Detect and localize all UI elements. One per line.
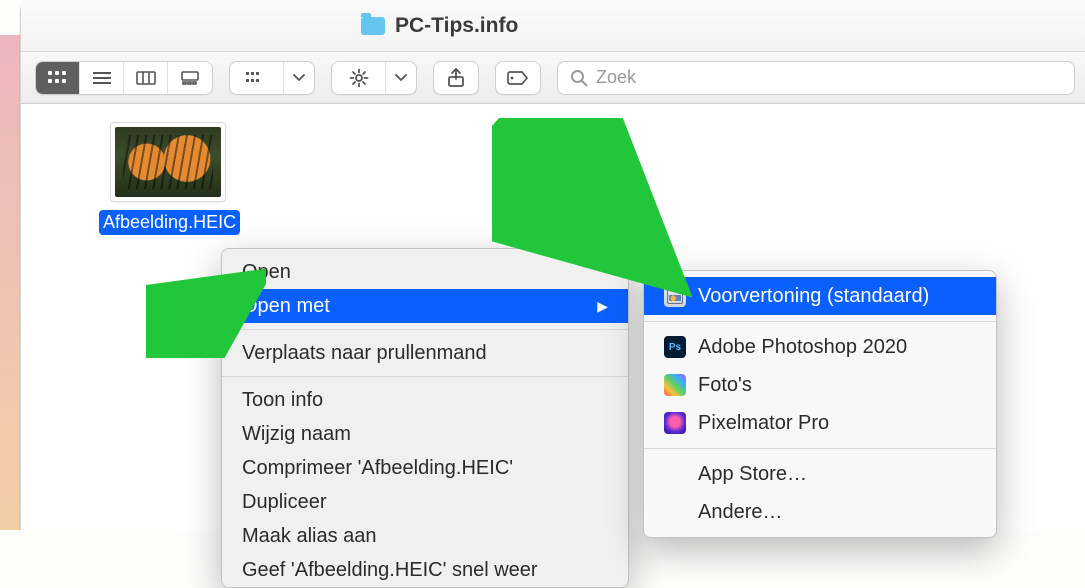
group-segment: [229, 61, 315, 95]
chevron-down-icon: [294, 75, 304, 80]
menu-item-open[interactable]: Open: [222, 255, 628, 289]
menu-item-open-with[interactable]: Open met ▶: [222, 289, 628, 323]
menu-item-label: Comprimeer 'Afbeelding.HEIC': [242, 457, 513, 480]
submenu-item-photoshop[interactable]: Ps Adobe Photoshop 2020: [644, 328, 996, 366]
menu-item-label: Open: [242, 261, 291, 284]
tags-segment: [495, 61, 541, 95]
pixelmator-app-icon: [664, 412, 686, 434]
view-mode-segment: [35, 61, 213, 95]
menu-item-label: Wijzig naam: [242, 423, 351, 446]
submenu-item-label: Adobe Photoshop 2020: [698, 336, 907, 359]
menu-separator: [644, 321, 996, 322]
share-button[interactable]: [434, 62, 478, 94]
menu-item-label: Dupliceer: [242, 491, 326, 514]
window-title: PC-Tips.info: [395, 14, 518, 38]
photoshop-app-icon: Ps: [664, 336, 686, 358]
view-icons-button[interactable]: [36, 62, 80, 94]
group-by-chevron[interactable]: [284, 62, 314, 94]
submenu-item-label: Voorvertoning (standaard): [698, 285, 929, 308]
tiger-image-icon: [115, 127, 221, 197]
file-name-label[interactable]: Afbeelding.HEIC: [99, 210, 240, 235]
share-segment: [433, 61, 479, 95]
submenu-item-other[interactable]: Andere…: [644, 493, 996, 531]
menu-item-label: Open met: [242, 295, 330, 318]
search-icon: [570, 69, 588, 87]
menu-separator: [644, 448, 996, 449]
menu-item-label: Maak alias aan: [242, 525, 377, 548]
submenu-item-label: Foto's: [698, 374, 752, 397]
finder-toolbar: Zoek: [21, 52, 1085, 104]
submenu-item-label: App Store…: [698, 463, 807, 486]
menu-item-quicklook[interactable]: Geef 'Afbeelding.HEIC' snel weer: [222, 553, 628, 587]
submenu-item-preview[interactable]: Voorvertoning (standaard): [644, 277, 996, 315]
open-with-submenu: Voorvertoning (standaard) Ps Adobe Photo…: [643, 270, 997, 538]
folder-icon: [361, 17, 385, 35]
file-thumbnail: [110, 122, 226, 202]
view-columns-button[interactable]: [124, 62, 168, 94]
action-segment: [331, 61, 417, 95]
tags-button[interactable]: [496, 62, 540, 94]
window-titlebar[interactable]: PC-Tips.info: [21, 0, 1085, 52]
submenu-item-photos[interactable]: Foto's: [644, 366, 996, 404]
search-field[interactable]: Zoek: [557, 61, 1075, 95]
submenu-item-label: Pixelmator Pro: [698, 412, 829, 435]
file-item[interactable]: Afbeelding.HEIC: [99, 122, 237, 235]
menu-item-compress[interactable]: Comprimeer 'Afbeelding.HEIC': [222, 451, 628, 485]
menu-item-label: Geef 'Afbeelding.HEIC' snel weer: [242, 559, 538, 582]
menu-item-duplicate[interactable]: Dupliceer: [222, 485, 628, 519]
context-menu: Open Open met ▶ Verplaats naar prullenma…: [221, 248, 629, 588]
menu-item-alias[interactable]: Maak alias aan: [222, 519, 628, 553]
search-placeholder: Zoek: [596, 67, 636, 88]
menu-item-info[interactable]: Toon info: [222, 383, 628, 417]
view-list-button[interactable]: [80, 62, 124, 94]
action-gear-button[interactable]: [332, 62, 386, 94]
view-gallery-button[interactable]: [168, 62, 212, 94]
menu-item-label: Toon info: [242, 389, 323, 412]
chevron-down-icon: [396, 75, 406, 80]
menu-separator: [222, 329, 628, 330]
submenu-arrow-icon: ▶: [597, 298, 608, 315]
submenu-item-pixelmator[interactable]: Pixelmator Pro: [644, 404, 996, 442]
action-gear-chevron[interactable]: [386, 62, 416, 94]
menu-separator: [222, 376, 628, 377]
photos-app-icon: [664, 374, 686, 396]
group-by-button[interactable]: [230, 62, 284, 94]
menu-item-trash[interactable]: Verplaats naar prullenmand: [222, 336, 628, 370]
menu-item-rename[interactable]: Wijzig naam: [222, 417, 628, 451]
submenu-item-appstore[interactable]: App Store…: [644, 455, 996, 493]
preview-app-icon: [664, 285, 686, 307]
menu-item-label: Verplaats naar prullenmand: [242, 342, 487, 365]
submenu-item-label: Andere…: [698, 501, 783, 524]
